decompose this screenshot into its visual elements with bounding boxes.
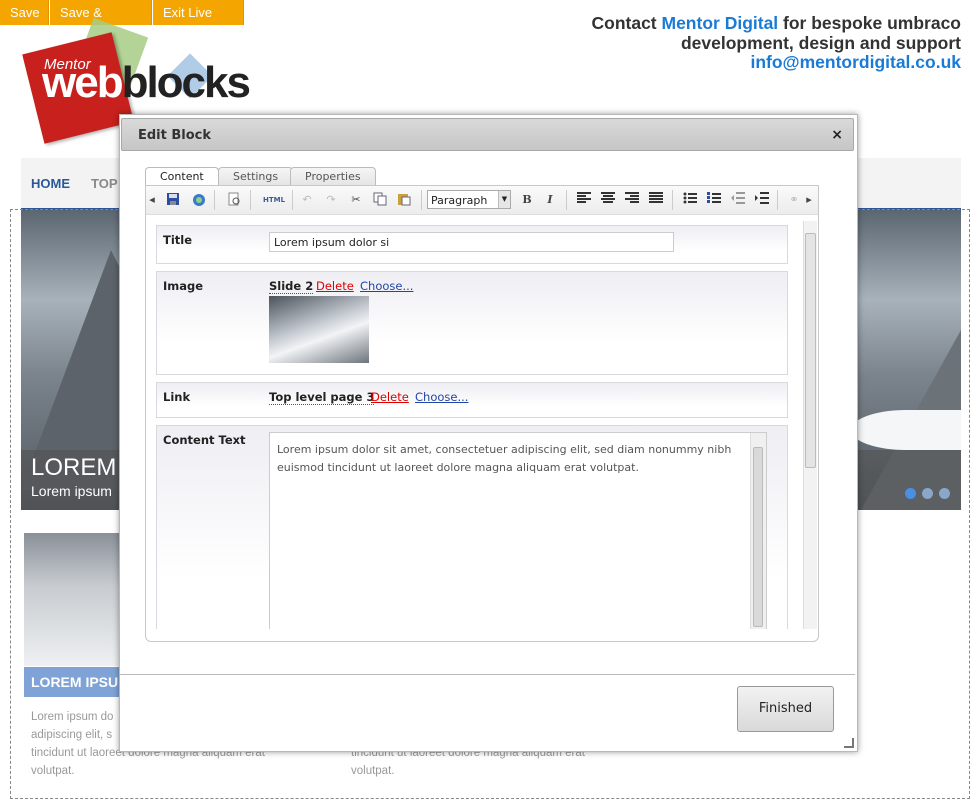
hero-subtitle: Lorem ipsum bbox=[31, 483, 112, 499]
teaser-image bbox=[24, 533, 122, 666]
indent-icon[interactable] bbox=[754, 192, 770, 208]
save-button[interactable]: Save bbox=[0, 0, 49, 25]
field-link: Link Top level page 3 Delete Choose... bbox=[156, 382, 788, 418]
textarea-scrollbar[interactable] bbox=[750, 433, 766, 629]
slider-dot[interactable] bbox=[939, 488, 950, 499]
scroll-right-icon[interactable]: ▸ bbox=[804, 192, 814, 208]
html-icon[interactable]: HTML bbox=[262, 192, 286, 208]
align-left-icon[interactable] bbox=[576, 192, 592, 208]
link-label: Link bbox=[163, 390, 191, 404]
resize-grip-icon[interactable] bbox=[844, 738, 854, 748]
format-select[interactable]: Paragraph ▼ bbox=[427, 190, 511, 209]
slider-dot[interactable] bbox=[922, 488, 933, 499]
contact-line2: development, design and support bbox=[680, 32, 961, 53]
toolbar-separator bbox=[566, 190, 567, 210]
field-image: Image Slide 2 Delete Choose... bbox=[156, 271, 788, 375]
spellcheck-icon[interactable] bbox=[191, 192, 207, 208]
exit-live-edit-button[interactable]: Exit Live Edit bbox=[153, 0, 244, 45]
toolbar-separator bbox=[421, 190, 422, 210]
slider-dot[interactable] bbox=[905, 488, 916, 499]
content-text-value: Lorem ipsum dolor sit amet, consectetuer… bbox=[277, 443, 732, 474]
close-icon[interactable]: × bbox=[831, 127, 843, 143]
tab-settings[interactable]: Settings bbox=[218, 167, 294, 186]
dialog-header[interactable]: Edit Block × bbox=[121, 118, 854, 151]
contact-block: Contact Mentor Digital for bespoke umbra… bbox=[591, 13, 962, 73]
footer-divider bbox=[120, 674, 855, 675]
align-right-icon[interactable] bbox=[624, 192, 640, 208]
tab-content[interactable]: Content bbox=[145, 167, 219, 187]
bold-icon[interactable]: B bbox=[519, 192, 535, 208]
image-name: Slide 2 bbox=[269, 279, 314, 294]
toolbar-separator bbox=[777, 190, 778, 210]
editor-panel: ◂ HTML ↶ ↷ ✂ Paragraph ▼ B I ⚭ ▸ Title L… bbox=[145, 185, 819, 642]
link-choose-link[interactable]: Choose... bbox=[415, 390, 468, 404]
link-delete-link[interactable]: Delete bbox=[371, 390, 409, 404]
undo-icon[interactable]: ↶ bbox=[299, 192, 315, 208]
number-list-icon[interactable] bbox=[706, 192, 722, 208]
scroll-thumb[interactable] bbox=[805, 233, 816, 468]
bullet-list-icon[interactable] bbox=[682, 192, 698, 208]
field-content-text: Content Text Lorem ipsum dolor sit amet,… bbox=[156, 425, 788, 629]
logo-web: web bbox=[42, 58, 124, 107]
edit-block-dialog: Edit Block × Content Settings Properties… bbox=[119, 114, 858, 752]
field-title: Title Lorem ipsum dolor si bbox=[156, 225, 788, 264]
content-text-label: Content Text bbox=[163, 433, 246, 447]
copy-icon[interactable] bbox=[372, 192, 388, 208]
fields-scroll-area[interactable]: Title Lorem ipsum dolor si Image Slide 2… bbox=[146, 215, 818, 629]
teaser-title[interactable]: LOREM IPSU bbox=[24, 667, 122, 697]
link-page-name: Top level page 3 bbox=[269, 390, 375, 405]
finished-button[interactable]: Finished bbox=[737, 686, 834, 732]
brand-link[interactable]: Mentor Digital bbox=[662, 13, 779, 33]
image-label: Image bbox=[163, 279, 204, 293]
tab-properties[interactable]: Properties bbox=[290, 167, 376, 186]
contact-prefix: Contact bbox=[591, 13, 662, 33]
title-input[interactable]: Lorem ipsum dolor si bbox=[269, 232, 674, 252]
scroll-left-icon[interactable]: ◂ bbox=[148, 192, 156, 208]
paste-icon[interactable] bbox=[396, 192, 412, 208]
email-link[interactable]: info@mentordigital.co.uk bbox=[592, 52, 961, 73]
toolbar-separator bbox=[250, 190, 251, 210]
link-icon[interactable]: ⚭ bbox=[786, 192, 802, 208]
scroll-thumb[interactable] bbox=[753, 447, 763, 627]
preview-icon[interactable] bbox=[226, 192, 242, 208]
chevron-down-icon: ▼ bbox=[498, 191, 510, 208]
editor-scrollbar[interactable] bbox=[803, 221, 817, 629]
logo-wordmark: webblocks bbox=[42, 58, 251, 108]
title-label: Title bbox=[163, 233, 193, 247]
dialog-title: Edit Block bbox=[138, 128, 212, 143]
cut-icon[interactable]: ✂ bbox=[348, 192, 364, 208]
save-icon[interactable] bbox=[165, 192, 181, 208]
image-delete-link[interactable]: Delete bbox=[316, 279, 354, 293]
rich-text-toolbar: ◂ HTML ↶ ↷ ✂ Paragraph ▼ B I ⚭ ▸ bbox=[146, 186, 818, 215]
justify-icon[interactable] bbox=[648, 192, 664, 208]
align-center-icon[interactable] bbox=[600, 192, 616, 208]
hero-title: LOREM I bbox=[31, 454, 130, 481]
snow-shape bbox=[851, 410, 961, 450]
italic-icon[interactable]: I bbox=[542, 192, 558, 208]
logo-blocks: blocks bbox=[121, 58, 251, 107]
toolbar-separator bbox=[214, 190, 215, 210]
contact-suffix: for bespoke umbraco bbox=[778, 13, 961, 33]
format-value: Paragraph bbox=[431, 194, 488, 207]
outdent-icon[interactable] bbox=[730, 192, 746, 208]
nav-home[interactable]: HOME bbox=[31, 176, 70, 191]
redo-icon[interactable]: ↷ bbox=[323, 192, 339, 208]
toolbar-separator bbox=[292, 190, 293, 210]
toolbar-separator bbox=[672, 190, 673, 210]
content-textarea[interactable]: Lorem ipsum dolor sit amet, consectetuer… bbox=[269, 432, 767, 629]
nav-top[interactable]: TOP bbox=[91, 176, 118, 191]
image-thumbnail bbox=[269, 296, 369, 363]
image-choose-link[interactable]: Choose... bbox=[360, 279, 413, 293]
